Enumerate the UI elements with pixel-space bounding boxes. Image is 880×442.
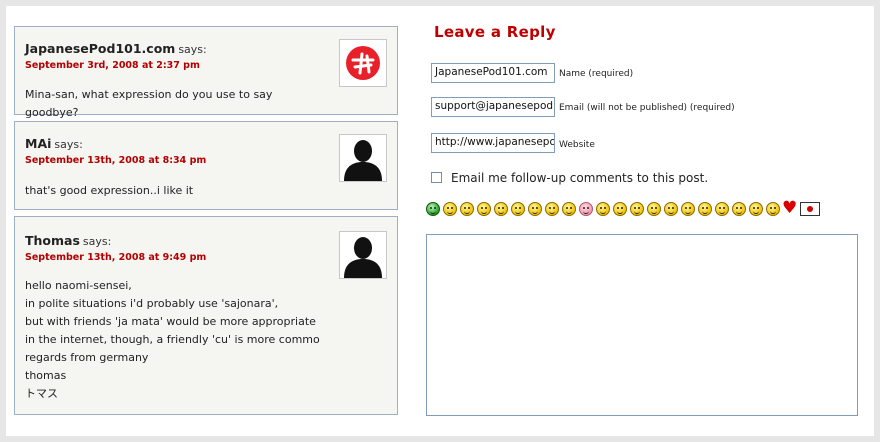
- worried-icon[interactable]: [715, 202, 729, 216]
- sleep-icon[interactable]: [749, 202, 763, 216]
- tongue-icon[interactable]: [613, 202, 627, 216]
- default-avatar-silhouette-icon: [339, 134, 387, 182]
- comment-text: hello naomi-sensei, in polite situations…: [25, 279, 320, 400]
- pink-blush-icon[interactable]: [579, 202, 593, 216]
- smile-icon[interactable]: [443, 202, 457, 216]
- big-grin-icon[interactable]: [562, 202, 576, 216]
- comment-date[interactable]: September 13th, 2008 at 9:49 pm: [25, 252, 206, 263]
- comment-date[interactable]: September 13th, 2008 at 8:34 pm: [25, 155, 206, 166]
- confused-icon[interactable]: [477, 202, 491, 216]
- sad-icon[interactable]: [664, 202, 678, 216]
- default-avatar-silhouette-icon: [339, 231, 387, 279]
- followup-label: Email me follow-up comments to this post…: [451, 171, 709, 185]
- frown-icon[interactable]: [732, 202, 746, 216]
- japanesepod101-logo-icon: [339, 39, 387, 87]
- name-field[interactable]: JapanesePod101.com: [431, 63, 555, 83]
- comment-text: Mina-san, what expression do you use to …: [25, 88, 273, 119]
- wink-icon[interactable]: [596, 202, 610, 216]
- heart-icon[interactable]: [782, 198, 797, 218]
- happy-icon[interactable]: [647, 202, 661, 216]
- neutral-icon[interactable]: [511, 202, 525, 216]
- comment: Thomas says: September 13th, 2008 at 9:49…: [14, 216, 398, 415]
- surprised-icon[interactable]: [681, 202, 695, 216]
- sick-icon[interactable]: [766, 202, 780, 216]
- comment-author[interactable]: JapanesePod101.com: [25, 41, 175, 56]
- email-label: Email (will not be published) (required): [559, 103, 735, 113]
- website-field[interactable]: http://www.japanesepo: [431, 133, 555, 153]
- smilies-bar: [426, 198, 820, 218]
- comment: MAi says: September 13th, 2008 at 8:34 pm…: [14, 121, 398, 210]
- reply-title: Leave a Reply: [434, 23, 556, 41]
- comment-textarea[interactable]: [426, 234, 858, 416]
- says-label: says:: [178, 43, 207, 56]
- japan-flag-icon[interactable]: [800, 202, 820, 216]
- comment-author: MAi: [25, 136, 52, 151]
- rolling-eyes-icon[interactable]: [630, 202, 644, 216]
- says-label: says:: [54, 138, 83, 151]
- comment-author-line: JapanesePod101.com says:: [25, 41, 207, 56]
- email-field[interactable]: support@japanesepod10: [431, 97, 555, 117]
- comment-author: Thomas: [25, 233, 80, 248]
- says-label: says:: [82, 235, 112, 248]
- evil-grin-icon[interactable]: [460, 202, 474, 216]
- mad-icon[interactable]: [545, 202, 559, 216]
- cool-icon[interactable]: [494, 202, 508, 216]
- green-grin-icon[interactable]: [426, 202, 440, 216]
- comment-text: that's good expression..i like it: [25, 184, 194, 197]
- comment-author-line: Thomas says:: [25, 233, 111, 248]
- laugh-icon[interactable]: [698, 202, 712, 216]
- comment: JapanesePod101.com says: September 3rd, 2…: [14, 26, 398, 119]
- name-label: Name (required): [559, 69, 634, 79]
- sunglasses-icon[interactable]: [528, 202, 542, 216]
- comment-date[interactable]: September 3rd, 2008 at 2:37 pm: [25, 60, 200, 71]
- comment-author-line: MAi says:: [25, 136, 83, 151]
- website-label: Website: [559, 140, 595, 150]
- followup-checkbox[interactable]: [431, 172, 442, 183]
- page: JapanesePod101.com says: September 3rd, 2…: [6, 6, 874, 436]
